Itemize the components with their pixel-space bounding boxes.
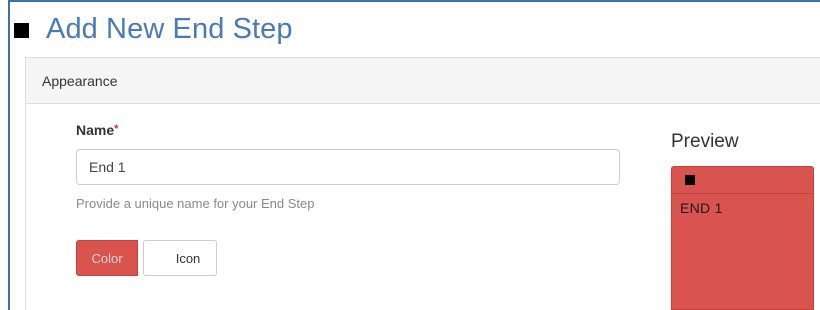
preview-card-text: END 1 <box>680 200 723 216</box>
name-field-label: Name* <box>76 122 118 138</box>
required-mark: * <box>114 123 119 135</box>
name-help-text: Provide a unique name for your End Step <box>76 196 315 211</box>
square-icon <box>14 22 29 38</box>
frame-left-border <box>8 0 10 310</box>
icon-tab-button[interactable]: Icon <box>143 240 217 276</box>
page-title: Add New End Step <box>46 13 293 45</box>
dialog-frame: Add New End Step Appearance Name* Provid… <box>0 0 820 310</box>
name-input[interactable] <box>76 149 620 185</box>
color-tab-button[interactable]: Color <box>76 240 138 276</box>
frame-top-border <box>8 0 820 2</box>
panel-heading[interactable]: Appearance <box>26 58 820 104</box>
page-title-row: Add New End Step <box>14 10 293 48</box>
square-icon <box>685 175 695 185</box>
name-label-text: Name <box>76 122 115 138</box>
preview-card-header <box>672 167 813 194</box>
preview-card: END 1 <box>671 166 814 310</box>
preview-label: Preview <box>671 131 739 152</box>
